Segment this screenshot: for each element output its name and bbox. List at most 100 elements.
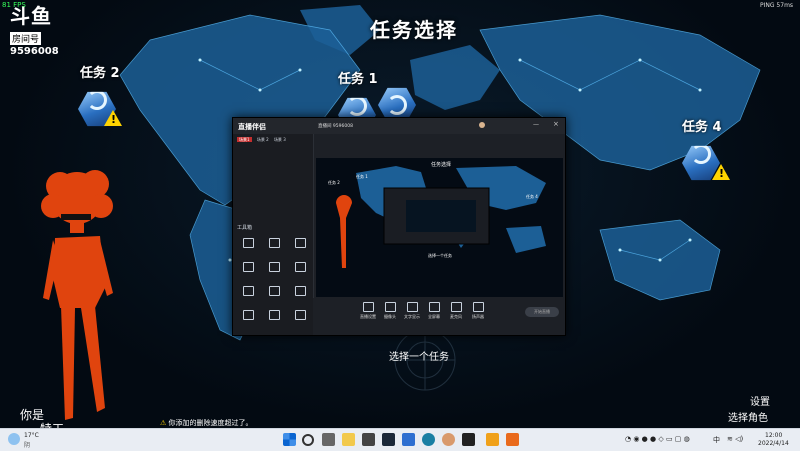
preview-mission-4: 任务 4 [526, 194, 538, 199]
select-mission-prompt: 选择一个任务 [389, 352, 449, 363]
tray-icons[interactable]: ◔ ◉ ● ● ◇ ▭ ▢ ◍ [625, 435, 690, 443]
tool-icon [294, 310, 306, 320]
tool-icon [294, 238, 306, 248]
toolbox-tool-10[interactable] [237, 310, 259, 321]
mission-4-warning-icon: ! [712, 164, 730, 180]
scene-tabs: 场景1 场景 2 场景 3 [237, 137, 286, 143]
mission-select-title: 任务选择 [370, 18, 458, 42]
network-volume-icons[interactable]: ≋ ◁) [727, 435, 743, 443]
toolbox-tool-6[interactable] [289, 262, 311, 273]
toolbox-title: 工具箱 [237, 225, 253, 231]
room-number: 9596008 [10, 46, 59, 57]
camera-icon [384, 302, 396, 312]
toolbox-tool-2[interactable] [263, 238, 285, 249]
weather-temp: 17°C [24, 432, 39, 439]
settings-icon [362, 302, 374, 312]
app-icon-5[interactable] [462, 433, 475, 446]
app-name: 直播伴侣 [238, 123, 266, 131]
character-caption-agent: 特工 [40, 420, 64, 428]
mission-2-warning-icon: ! [104, 110, 122, 126]
mission-4-label: 任务 4 [682, 120, 722, 135]
douyu-logo: 斗鱼 房间号 9596008 [10, 5, 59, 57]
preview-map-svg [336, 166, 546, 268]
notice-bar: ⚠ 你添加的删除速度超过了。 [160, 418, 253, 428]
preview-mission-2: 任务 2 [328, 180, 340, 185]
mission-2[interactable]: 任务 2 ! [78, 62, 122, 128]
clock-date[interactable]: 2022/4/14 [758, 440, 789, 447]
scene-tab-2[interactable]: 场景 2 [257, 137, 269, 142]
weather-icon[interactable] [8, 433, 20, 445]
streaming-app-titlebar: 直播伴侣 直播间 9596008 — × [233, 118, 565, 134]
app-icon-7[interactable] [506, 433, 519, 446]
preview-mission-1: 任务 1 [356, 174, 368, 179]
notice-warning-icon: ⚠ [160, 419, 167, 427]
room-label: 房间号 [10, 32, 42, 45]
toolbox-tool-4[interactable] [237, 262, 259, 273]
settings-link[interactable]: 设置 [750, 393, 770, 408]
toolbox-tool-9[interactable] [289, 286, 311, 297]
tool-icon [242, 262, 254, 272]
app-icon-6[interactable] [486, 433, 499, 446]
room-title: 直播间 9596008 [318, 124, 353, 129]
app-icon-3[interactable] [422, 433, 435, 446]
speaker-icon [472, 302, 484, 312]
text-icon [406, 302, 418, 312]
ping-indicator: PING 57ms [760, 2, 794, 9]
tool-icon [242, 310, 254, 320]
app-icon-2[interactable] [402, 433, 415, 446]
fullscreen-icon [428, 302, 440, 312]
mission-2-label: 任务 2 [80, 66, 120, 81]
streaming-app-window[interactable]: 直播伴侣 直播间 9596008 — × 场景1 场景 2 场景 3 工具箱 任… [232, 117, 566, 336]
lang-indicator[interactable]: 中 [713, 435, 720, 445]
search-icon[interactable] [302, 434, 314, 446]
toolbox-tool-11[interactable] [263, 310, 285, 321]
file-explorer-icon[interactable] [342, 433, 355, 446]
toolbox-tool-12[interactable] [289, 310, 311, 321]
choose-role-link[interactable]: 选择角色 [728, 409, 768, 424]
weather-desc: 阴 [24, 442, 31, 449]
windows-taskbar: 17°C 阴 ◔ ◉ ● ● ◇ ▭ ▢ ◍ 中 ≋ ◁) 12:00 2022… [0, 428, 800, 451]
app-icon-1[interactable] [362, 433, 375, 446]
stream-preview: 任务选择 任务 1 任务 2 任务 4 选择一个任务 [316, 158, 563, 297]
toolbar-camera[interactable]: 摄像头 [379, 302, 401, 320]
streaming-app-sidebar: 场景1 场景 2 场景 3 工具箱 [233, 134, 314, 335]
notice-text: 你添加的删除速度超过了。 [168, 419, 253, 427]
clock-time[interactable]: 12:00 [765, 432, 782, 439]
toolbar-microphone[interactable]: 麦克风 [445, 302, 467, 320]
fps-counter: 81 FPS [2, 1, 26, 9]
scene-tab-1[interactable]: 场景1 [237, 137, 252, 142]
toolbox-tool-3[interactable] [289, 238, 311, 249]
tool-icon [294, 286, 306, 296]
start-icon[interactable] [283, 433, 296, 446]
minimize-icon[interactable]: — [533, 121, 539, 128]
close-icon[interactable]: × [553, 120, 559, 128]
mission-4[interactable]: 任务 4 ! [682, 116, 730, 182]
tool-icon [268, 310, 280, 320]
task-view-icon[interactable] [322, 433, 335, 446]
microphone-icon [450, 302, 462, 312]
preview-title: 任务选择 [431, 162, 452, 168]
toolbar-live-settings[interactable]: 直播设置 [357, 302, 379, 320]
app-icon-4[interactable] [442, 433, 455, 446]
toolbar-text[interactable]: 文字显示 [401, 302, 423, 320]
tool-icon [268, 238, 280, 248]
steam-icon[interactable] [382, 433, 395, 446]
toolbox-tool-8[interactable] [263, 286, 285, 297]
tool-icon [294, 262, 306, 272]
user-avatar[interactable] [479, 122, 485, 128]
tool-icon [242, 238, 254, 248]
mission-1-label: 任务 1 [338, 72, 378, 87]
tool-icon [268, 262, 280, 272]
agent-character-silhouette [41, 170, 113, 420]
toolbox-tool-5[interactable] [263, 262, 285, 273]
scene-tab-3[interactable]: 场景 3 [274, 137, 286, 142]
toolbox-tool-7[interactable] [237, 286, 259, 297]
toolbar-speaker[interactable]: 扬声器 [467, 302, 489, 320]
streaming-app-toolbar: 直播设置 摄像头 文字显示 全屏幕 麦克风 扬声器 开始直播 [313, 298, 565, 335]
tool-icon [268, 286, 280, 296]
start-live-button[interactable]: 开始直播 [525, 307, 559, 317]
tool-icon [242, 286, 254, 296]
toolbox-tool-1[interactable] [237, 238, 259, 249]
toolbar-fullscreen[interactable]: 全屏幕 [423, 302, 445, 320]
preview-prompt: 选择一个任务 [428, 253, 452, 258]
